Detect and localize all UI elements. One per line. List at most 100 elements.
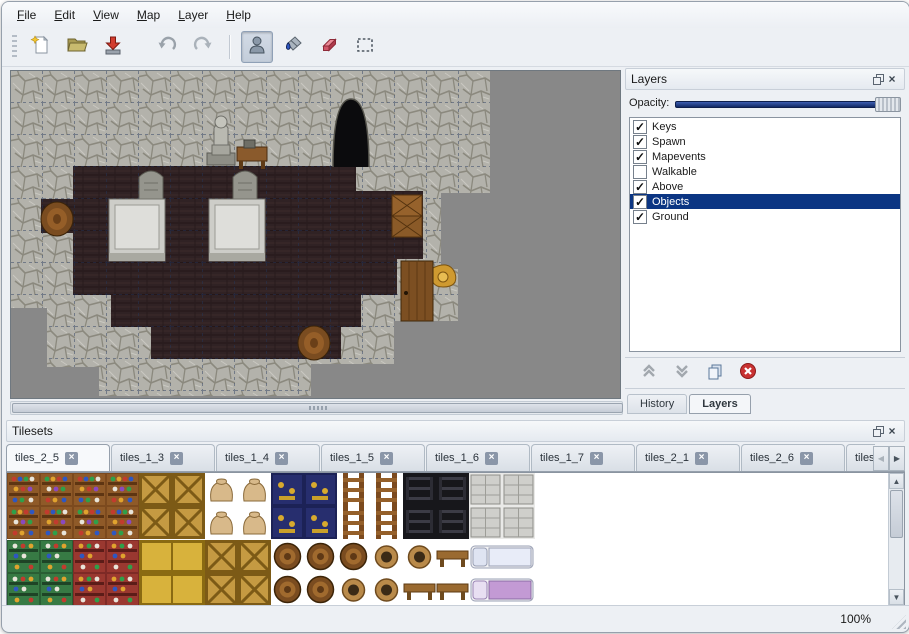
zoom-level: 100% — [840, 612, 871, 626]
float-panel-icon[interactable] — [871, 72, 885, 86]
scrollbar-thumb[interactable] — [890, 490, 903, 538]
eraser-icon — [318, 34, 340, 61]
map-render — [11, 71, 618, 396]
select-tool-button[interactable] — [349, 31, 381, 63]
duplicate-icon — [706, 362, 724, 385]
tileset-tab[interactable]: tiles_1_4 × — [216, 444, 320, 471]
opacity-row: Opacity: — [625, 90, 905, 114]
app-window: File Edit View Map Layer Help — [1, 1, 909, 633]
scroll-up-icon[interactable]: ▲ — [889, 473, 904, 489]
layer-row-objects[interactable]: ✓ Objects — [630, 194, 900, 209]
layer-label: Spawn — [652, 136, 686, 148]
eraser-tool-button[interactable] — [313, 31, 345, 63]
opacity-slider-handle[interactable] — [875, 97, 901, 112]
fill-tool-button[interactable] — [277, 31, 309, 63]
tileset-render — [7, 473, 877, 606]
tab-layers[interactable]: Layers — [689, 394, 750, 414]
tilesets-panel-title: Tilesets — [12, 424, 871, 438]
layer-label: Objects — [652, 196, 689, 208]
opacity-slider-track[interactable] — [675, 101, 899, 108]
tilesets-panel: Tilesets × tiles_2_5 × tiles_1_3 × tiles… — [6, 420, 905, 606]
layer-row-ground[interactable]: ✓ Ground — [630, 209, 900, 224]
stamp-tool-button[interactable] — [241, 31, 273, 63]
layer-row-walkable[interactable]: Walkable — [630, 164, 900, 179]
menu-item-layer[interactable]: Layer — [169, 4, 217, 26]
menu-item-map[interactable]: Map — [128, 4, 169, 26]
tileset-canvas[interactable]: ▲ ▼ — [6, 472, 905, 606]
close-tab-icon[interactable]: × — [800, 452, 813, 465]
save-icon — [102, 34, 124, 61]
tileset-tab[interactable]: tiles_1_6 × — [426, 444, 530, 471]
layer-checkbox[interactable]: ✓ — [633, 150, 647, 164]
stone-block — [209, 199, 265, 261]
redo-icon — [192, 34, 214, 61]
close-panel-icon[interactable]: × — [885, 424, 899, 438]
layer-label: Mapevents — [652, 151, 706, 163]
open-file-button[interactable] — [61, 31, 93, 63]
layer-row-above[interactable]: ✓ Above — [630, 179, 900, 194]
layer-checkbox[interactable]: ✓ — [633, 120, 647, 134]
tileset-tab[interactable]: tiles_2_5 × — [6, 444, 110, 471]
move-layer-down-button[interactable] — [672, 363, 692, 383]
golden-horn — [431, 265, 456, 287]
tileset-tab[interactable]: tiles_2_1 × — [636, 444, 740, 471]
wooden-door — [401, 261, 433, 321]
delete-layer-button[interactable] — [738, 363, 758, 383]
redo-button[interactable] — [187, 31, 219, 63]
menu-item-view[interactable]: View — [84, 4, 128, 26]
toolbar-grip[interactable] — [12, 35, 17, 59]
tab-history[interactable]: History — [627, 394, 687, 414]
scroll-down-icon[interactable]: ▼ — [889, 589, 904, 605]
layer-toolbar — [625, 357, 905, 389]
tab-scroll-left-icon[interactable]: ◀ — [873, 446, 889, 471]
close-tab-icon[interactable]: × — [170, 452, 183, 465]
close-tab-icon[interactable]: × — [380, 452, 393, 465]
layer-checkbox[interactable]: ✓ — [633, 180, 647, 194]
tileset-tab[interactable]: tiles_2_6 × — [741, 444, 845, 471]
undo-button[interactable] — [151, 31, 183, 63]
close-tab-icon[interactable]: × — [485, 452, 498, 465]
layer-checkbox[interactable]: ✓ — [633, 195, 647, 209]
stone-block — [109, 199, 165, 261]
person-stamp-icon — [246, 34, 268, 61]
layer-checkbox[interactable] — [633, 165, 647, 179]
tab-scroll-right-icon[interactable]: ▶ — [889, 446, 905, 471]
new-file-icon — [30, 34, 52, 61]
float-panel-icon[interactable] — [871, 424, 885, 438]
crate-stack — [392, 195, 422, 237]
save-button[interactable] — [97, 31, 129, 63]
map-canvas[interactable] — [10, 70, 621, 399]
scrollbar-thumb[interactable] — [12, 403, 623, 413]
menu-item-edit[interactable]: Edit — [45, 4, 84, 26]
layer-checkbox[interactable]: ✓ — [633, 210, 647, 224]
chevron-up-icon — [640, 362, 658, 385]
layer-row-keys[interactable]: ✓ Keys — [630, 119, 900, 134]
status-bar: 100% — [2, 605, 909, 632]
menu-bar: File Edit View Map Layer Help — [2, 2, 909, 28]
opacity-slider[interactable] — [675, 96, 901, 110]
gravestone — [233, 171, 257, 201]
tileset-tab[interactable]: tiles_1_5 × — [321, 444, 425, 471]
tileset-tab[interactable]: tiles_1_3 × — [111, 444, 215, 471]
close-tab-icon[interactable]: × — [65, 452, 78, 465]
menu-item-file[interactable]: File — [8, 4, 45, 26]
tileset-tab[interactable]: tiles_1_7 × — [531, 444, 635, 471]
menu-item-help[interactable]: Help — [217, 4, 260, 26]
close-tab-icon[interactable]: × — [590, 452, 603, 465]
tileset-tab[interactable]: tiles_2_7 × — [846, 444, 875, 471]
close-tab-icon[interactable]: × — [275, 452, 288, 465]
tileset-vertical-scrollbar[interactable]: ▲ ▼ — [888, 473, 904, 605]
main-toolbar — [2, 28, 909, 67]
close-panel-icon[interactable]: × — [885, 72, 899, 86]
layer-row-spawn[interactable]: ✓ Spawn — [630, 134, 900, 149]
resize-grip[interactable] — [892, 615, 906, 629]
layers-panel-title: Layers — [631, 72, 871, 86]
close-tab-icon[interactable]: × — [695, 452, 708, 465]
duplicate-layer-button[interactable] — [705, 363, 725, 383]
tilesets-panel-titlebar: Tilesets × — [6, 420, 905, 442]
layer-checkbox[interactable]: ✓ — [633, 135, 647, 149]
new-file-button[interactable] — [25, 31, 57, 63]
move-layer-up-button[interactable] — [639, 363, 659, 383]
layer-row-mapevents[interactable]: ✓ Mapevents — [630, 149, 900, 164]
map-horizontal-scrollbar[interactable] — [10, 401, 623, 415]
